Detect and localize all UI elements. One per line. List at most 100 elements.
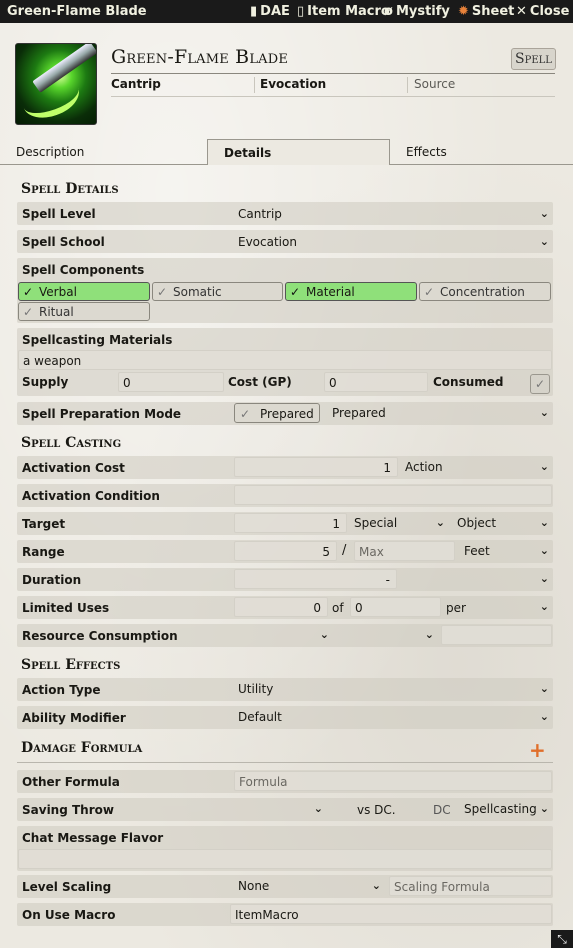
action-type-select[interactable]: Utility ⌄ xyxy=(234,679,552,699)
chevron-down-icon: ⌄ xyxy=(435,516,445,529)
gear-icon: ✹ xyxy=(458,4,469,19)
supply-label: Supply xyxy=(22,375,69,389)
chevron-down-icon: ⌄ xyxy=(424,628,434,641)
save-ability-select[interactable]: ⌄ xyxy=(234,799,326,819)
on-use-macro-input[interactable]: ItemMacro xyxy=(230,904,552,924)
consumed-checkbox[interactable]: ✓ xyxy=(530,374,550,394)
chevron-down-icon: ⌄ xyxy=(539,710,549,723)
chat-flavor-label: Chat Message Flavor xyxy=(22,831,164,845)
item-macro-button[interactable]: ▯ Item Macro xyxy=(297,4,390,19)
sheet-button[interactable]: ✹ Sheet xyxy=(458,4,514,19)
range-units-select[interactable]: Feet ⌄ xyxy=(460,541,552,561)
close-button[interactable]: ✕ Close xyxy=(516,4,569,19)
duration-value-input[interactable]: - xyxy=(234,569,397,589)
prepared-toggle[interactable]: ✓ Prepared xyxy=(234,403,320,423)
supply-input[interactable]: 0 xyxy=(118,372,224,392)
materials-input[interactable]: a weapon xyxy=(18,350,552,370)
chevron-down-icon: ⌄ xyxy=(319,628,329,641)
limited-uses-label: Limited Uses xyxy=(22,601,110,615)
uses-max-input[interactable]: 0 xyxy=(350,597,441,617)
check-icon: ✓ xyxy=(424,285,435,299)
chevron-down-icon: ⌄ xyxy=(539,516,549,529)
component-verbal-checkbox[interactable]: ✓ Verbal xyxy=(18,282,150,301)
range-max-input[interactable]: Max xyxy=(354,541,455,561)
uses-period-select[interactable]: ⌄ xyxy=(470,597,552,617)
source-input[interactable]: Source xyxy=(414,77,455,91)
target-type-select[interactable]: Object ⌄ xyxy=(453,513,552,533)
uses-value-input[interactable]: 0 xyxy=(234,597,328,617)
target-value-input[interactable]: 1 xyxy=(234,513,347,533)
range-label: Range xyxy=(22,545,65,559)
consume-amount-input[interactable] xyxy=(441,625,552,645)
component-concentration-checkbox[interactable]: ✓ Concentration xyxy=(419,282,551,301)
plus-icon[interactable]: + xyxy=(529,738,546,762)
dc-input[interactable]: DC xyxy=(433,803,451,817)
spell-details-heading: Spell Details xyxy=(21,181,119,197)
duration-units-select[interactable]: ⌄ xyxy=(401,569,552,589)
ability-modifier-select[interactable]: Default ⌄ xyxy=(234,707,552,727)
prep-mode-select[interactable]: Prepared ⌄ xyxy=(328,403,552,423)
activation-condition-label: Activation Condition xyxy=(22,489,160,503)
spell-school-select[interactable]: Evocation ⌄ xyxy=(234,232,552,252)
level-scaling-label: Level Scaling xyxy=(22,880,112,894)
spell-level-label: Spell Level xyxy=(22,207,96,221)
materials-label: Spellcasting Materials xyxy=(22,333,173,347)
chat-flavor-input[interactable] xyxy=(18,849,552,869)
ability-modifier-label: Ability Modifier xyxy=(22,711,126,725)
resource-consumption-label: Resource Consumption xyxy=(22,629,178,643)
tab-description[interactable]: Description xyxy=(16,145,84,159)
range-separator: / xyxy=(342,543,347,558)
cost-label: Cost (GP) xyxy=(228,375,292,389)
scaling-formula-input[interactable]: Scaling Formula xyxy=(389,876,552,896)
eye-slash-icon: ø xyxy=(384,4,393,19)
check-icon: ✓ xyxy=(290,285,301,299)
close-icon: ✕ xyxy=(516,4,527,19)
summary-school: Evocation xyxy=(260,77,327,91)
window-titlebar[interactable]: Green-Flame Blade ▮ DAE ▯ Item Macro ø Myst… xyxy=(0,0,573,23)
resize-handle-icon[interactable]: ⤡ xyxy=(551,930,573,948)
item-sheet-window: Green-Flame Blade ▮ DAE ▯ Item Macro ø Myst… xyxy=(0,0,573,948)
chevron-down-icon: ⌄ xyxy=(313,802,323,815)
range-value-input[interactable]: 5 xyxy=(234,541,337,561)
scroll-icon: ▯ xyxy=(297,4,305,19)
tab-details[interactable]: Details xyxy=(207,139,390,165)
action-type-label: Action Type xyxy=(22,683,101,697)
consume-target-select[interactable]: ⌄ xyxy=(337,625,437,645)
damage-formula-heading: Damage Formula xyxy=(21,740,143,756)
prep-mode-label: Spell Preparation Mode xyxy=(22,407,182,421)
level-scaling-select[interactable]: None ⌄ xyxy=(234,876,384,896)
spell-casting-heading: Spell Casting xyxy=(21,435,122,451)
component-material-checkbox[interactable]: ✓ Material xyxy=(285,282,417,301)
component-ritual-checkbox[interactable]: ✓ Ritual xyxy=(18,302,150,321)
sheet-tabs: Description Details Effects xyxy=(0,139,573,165)
component-somatic-checkbox[interactable]: ✓ Somatic xyxy=(152,282,283,301)
activation-condition-input[interactable] xyxy=(234,485,552,505)
cost-input[interactable]: 0 xyxy=(324,372,428,392)
duration-label: Duration xyxy=(22,573,82,587)
item-image[interactable] xyxy=(15,43,97,125)
spell-level-select[interactable]: Cantrip ⌄ xyxy=(234,204,552,224)
dc-scaling-select[interactable]: Spellcasting ⌄ xyxy=(460,799,552,819)
consumed-label: Consumed xyxy=(433,375,504,389)
saving-throw-label: Saving Throw xyxy=(22,803,114,817)
on-use-macro-label: On Use Macro xyxy=(22,908,116,922)
mystify-button[interactable]: ø Mystify xyxy=(384,4,450,19)
tab-effects[interactable]: Effects xyxy=(406,145,447,159)
chevron-down-icon: ⌄ xyxy=(539,460,549,473)
item-name-input[interactable]: Green-Flame Blade xyxy=(111,46,288,68)
dae-button[interactable]: ▮ DAE xyxy=(250,4,290,19)
chevron-down-icon: ⌄ xyxy=(539,682,549,695)
other-formula-label: Other Formula xyxy=(22,775,120,789)
consume-type-select[interactable]: ⌄ xyxy=(234,625,332,645)
activation-cost-input[interactable]: 1 xyxy=(234,457,398,477)
other-formula-input[interactable]: Formula xyxy=(234,771,552,791)
window-title: Green-Flame Blade xyxy=(7,4,147,19)
target-units-select[interactable]: Special ⌄ xyxy=(350,513,448,533)
chevron-down-icon: ⌄ xyxy=(539,235,549,248)
activation-type-select[interactable]: Action ⌄ xyxy=(401,457,552,477)
chevron-down-icon: ⌄ xyxy=(539,802,549,815)
chevron-down-icon: ⌄ xyxy=(371,879,381,892)
spell-components-label: Spell Components xyxy=(22,263,145,277)
spell-school-label: Spell School xyxy=(22,235,105,249)
uses-per-label: per xyxy=(446,601,466,615)
